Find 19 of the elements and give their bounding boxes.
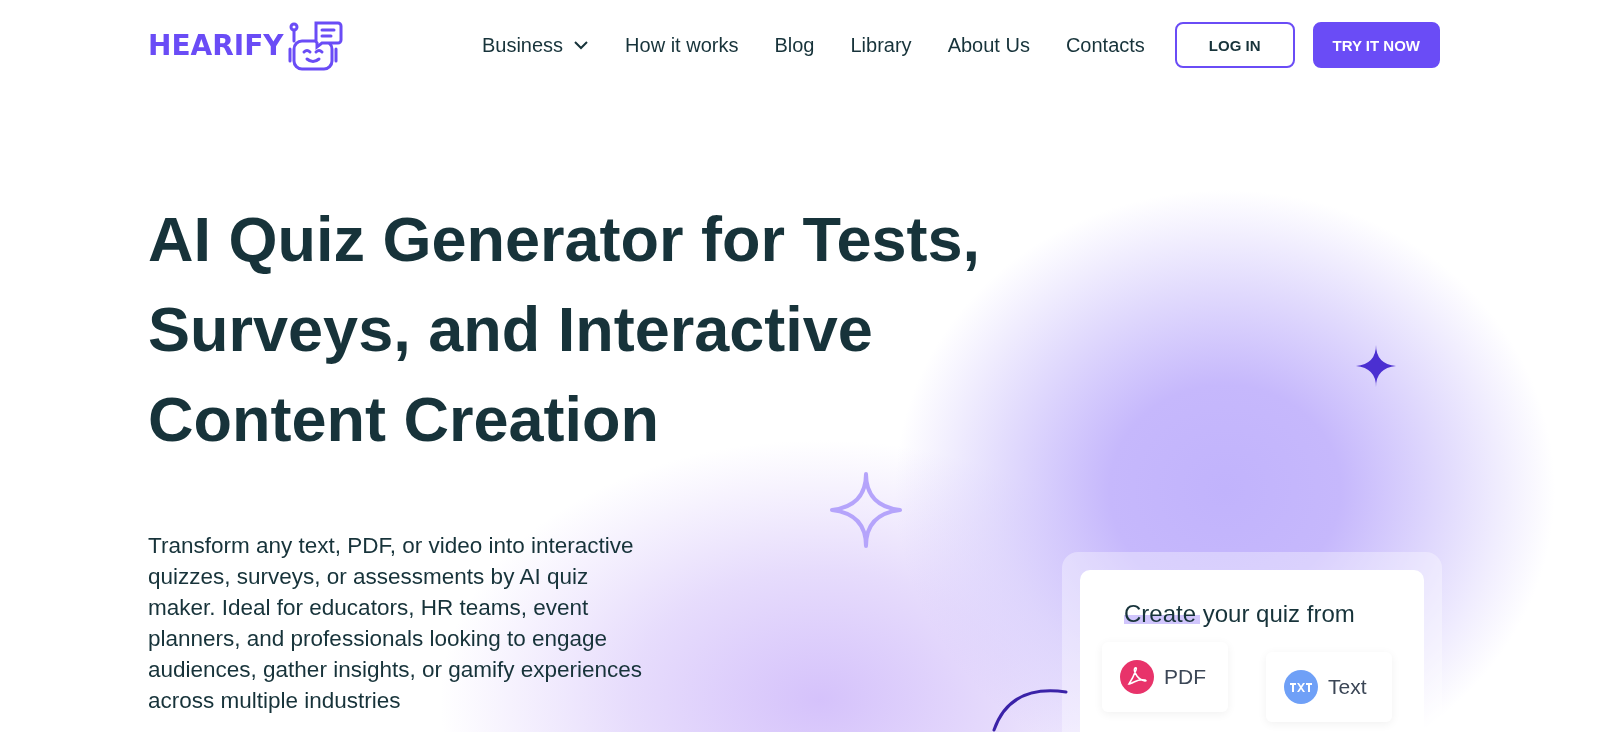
login-button[interactable]: LOG IN	[1174, 22, 1295, 68]
nav-dropdown[interactable]: Business	[481, 33, 590, 57]
nav-link[interactable]: Blog	[774, 33, 815, 57]
nav-link[interactable]: How it works	[625, 33, 739, 57]
robot-icon	[287, 19, 344, 71]
sparkle-icon	[830, 472, 902, 548]
try-button[interactable]: TRY IT NOW	[1312, 22, 1440, 68]
hearify-logo[interactable]: HEARIFY	[148, 19, 344, 71]
txt-icon	[1284, 670, 1318, 704]
source-option[interactable]: PDF	[1102, 642, 1228, 712]
source-option[interactable]: Text	[1266, 652, 1392, 722]
nav-link[interactable]: Contacts	[1065, 33, 1145, 57]
nav-link[interactable]: Library	[850, 33, 912, 57]
chevron-down-icon	[573, 40, 590, 50]
pdf-icon	[1120, 660, 1154, 694]
hero-heading: AI Quiz Generator for Tests, Surveys, and Interactive Content Creation	[148, 203, 981, 456]
logo-text: HEARIFY	[148, 28, 284, 62]
nav-link[interactable]: About Us	[947, 33, 1030, 57]
hero-description: Transform any text, PDF, or video into interactive quizzes, surveys, or assessments by AI quiz maker. Ideal for educators, HR teams, event planners, and professionals looking to engage audiences, gather insights, or gamify experiences across multiple industries	[148, 532, 644, 715]
